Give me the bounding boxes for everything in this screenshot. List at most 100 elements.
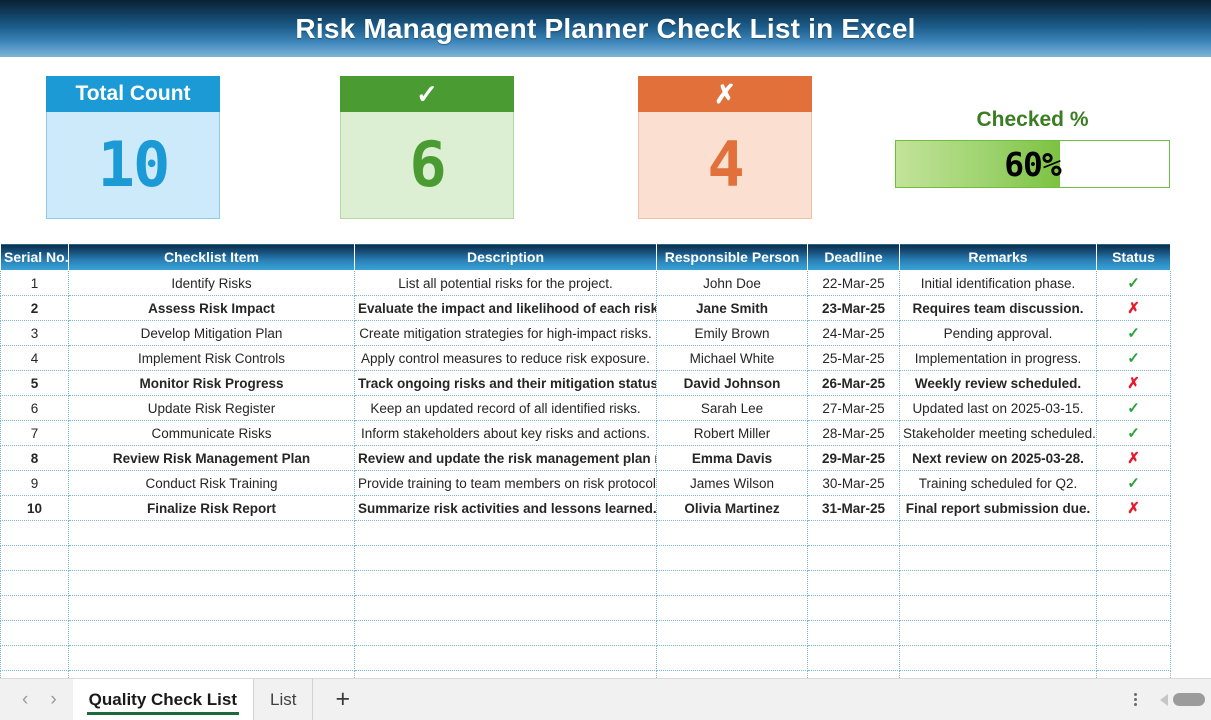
table-row-empty[interactable] xyxy=(0,645,1171,671)
cell-status[interactable]: ✓ xyxy=(1096,420,1171,446)
cell-empty[interactable] xyxy=(807,620,900,646)
cell-responsible-person[interactable]: Robert Miller xyxy=(656,420,808,446)
cell-remarks[interactable]: Weekly review scheduled. xyxy=(899,370,1097,396)
cell-empty[interactable] xyxy=(68,645,355,671)
cell-deadline[interactable]: 29-Mar-25 xyxy=(807,445,900,471)
column-header-deadline[interactable]: Deadline xyxy=(807,243,900,271)
cell-empty[interactable] xyxy=(899,595,1097,621)
cell-responsible-person[interactable]: Jane Smith xyxy=(656,295,808,321)
cell-deadline[interactable]: 27-Mar-25 xyxy=(807,395,900,421)
cell-responsible-person[interactable]: Emma Davis xyxy=(656,445,808,471)
cell-description[interactable]: Keep an updated record of all identified… xyxy=(354,395,657,421)
table-row[interactable]: 7 Communicate Risks Inform stakeholders ab… xyxy=(0,420,1171,446)
cell-description[interactable]: List all potential risks for the project… xyxy=(354,270,657,296)
cell-empty[interactable] xyxy=(656,620,808,646)
cell-empty[interactable] xyxy=(1096,520,1171,546)
cell-checklist-item[interactable]: Review Risk Management Plan xyxy=(68,445,355,471)
cell-description[interactable]: Create mitigation strategies for high-im… xyxy=(354,320,657,346)
cell-empty[interactable] xyxy=(0,645,69,671)
cell-serial-no[interactable]: 2 xyxy=(0,295,69,321)
cell-serial-no[interactable]: 1 xyxy=(0,270,69,296)
cell-checklist-item[interactable]: Finalize Risk Report xyxy=(68,495,355,521)
cell-checklist-item[interactable]: Conduct Risk Training xyxy=(68,470,355,496)
cell-empty[interactable] xyxy=(1096,570,1171,596)
cell-empty[interactable] xyxy=(899,520,1097,546)
cell-empty[interactable] xyxy=(68,595,355,621)
cell-empty[interactable] xyxy=(0,545,69,571)
table-row[interactable]: 6 Update Risk Register Keep an updated rec… xyxy=(0,395,1171,421)
cell-serial-no[interactable]: 4 xyxy=(0,345,69,371)
cell-status[interactable]: ✗ xyxy=(1096,445,1171,471)
column-header-status[interactable]: Status xyxy=(1096,243,1171,271)
cell-empty[interactable] xyxy=(899,620,1097,646)
column-header-serial-no[interactable]: Serial No. xyxy=(0,243,69,271)
table-row-empty[interactable] xyxy=(0,570,1171,596)
cell-remarks[interactable]: Pending approval. xyxy=(899,320,1097,346)
cell-deadline[interactable]: 26-Mar-25 xyxy=(807,370,900,396)
cell-remarks[interactable]: Next review on 2025-03-28. xyxy=(899,445,1097,471)
scrollbar-thumb[interactable] xyxy=(1173,693,1205,706)
cell-checklist-item[interactable]: Communicate Risks xyxy=(68,420,355,446)
cell-description[interactable]: Inform stakeholders about key risks and … xyxy=(354,420,657,446)
cell-serial-no[interactable]: 8 xyxy=(0,445,69,471)
cell-empty[interactable] xyxy=(0,570,69,596)
cell-status[interactable]: ✗ xyxy=(1096,370,1171,396)
column-header-responsible-person[interactable]: Responsible Person xyxy=(656,243,808,271)
cell-empty[interactable] xyxy=(1096,595,1171,621)
table-row-empty[interactable] xyxy=(0,620,1171,646)
cell-empty[interactable] xyxy=(354,520,657,546)
table-row-empty[interactable] xyxy=(0,520,1171,546)
cell-empty[interactable] xyxy=(354,595,657,621)
more-options-icon[interactable] xyxy=(1124,693,1147,706)
cell-description[interactable]: Track ongoing risks and their mitigation… xyxy=(354,370,657,396)
cell-remarks[interactable]: Final report submission due. xyxy=(899,495,1097,521)
scroll-left-icon[interactable] xyxy=(1160,693,1168,706)
cell-checklist-item[interactable]: Develop Mitigation Plan xyxy=(68,320,355,346)
cell-status[interactable]: ✓ xyxy=(1096,270,1171,296)
cell-empty[interactable] xyxy=(354,545,657,571)
cell-responsible-person[interactable]: Sarah Lee xyxy=(656,395,808,421)
cell-empty[interactable] xyxy=(899,570,1097,596)
cell-empty[interactable] xyxy=(807,520,900,546)
sheet-tab-list[interactable]: List xyxy=(252,678,314,720)
cell-remarks[interactable]: Updated last on 2025-03-15. xyxy=(899,395,1097,421)
cell-checklist-item[interactable]: Update Risk Register xyxy=(68,395,355,421)
cell-responsible-person[interactable]: James Wilson xyxy=(656,470,808,496)
cell-deadline[interactable]: 22-Mar-25 xyxy=(807,270,900,296)
cell-empty[interactable] xyxy=(656,520,808,546)
table-row[interactable]: 5 Monitor Risk Progress Track ongoing risk… xyxy=(0,370,1171,396)
cell-description[interactable]: Evaluate the impact and likelihood of ea… xyxy=(354,295,657,321)
cell-empty[interactable] xyxy=(68,545,355,571)
cell-description[interactable]: Review and update the risk management pl… xyxy=(354,445,657,471)
cell-description[interactable]: Apply control measures to reduce risk ex… xyxy=(354,345,657,371)
cell-serial-no[interactable]: 5 xyxy=(0,370,69,396)
cell-empty[interactable] xyxy=(656,595,808,621)
cell-responsible-person[interactable]: Emily Brown xyxy=(656,320,808,346)
add-sheet-button[interactable]: + xyxy=(313,679,372,720)
cell-checklist-item[interactable]: Identify Risks xyxy=(68,270,355,296)
cell-description[interactable]: Summarize risk activities and lessons le… xyxy=(354,495,657,521)
cell-serial-no[interactable]: 10 xyxy=(0,495,69,521)
cell-empty[interactable] xyxy=(899,645,1097,671)
cell-remarks[interactable]: Training scheduled for Q2. xyxy=(899,470,1097,496)
cell-deadline[interactable]: 23-Mar-25 xyxy=(807,295,900,321)
cell-status[interactable]: ✓ xyxy=(1096,395,1171,421)
cell-empty[interactable] xyxy=(354,645,657,671)
cell-empty[interactable] xyxy=(807,570,900,596)
cell-empty[interactable] xyxy=(68,570,355,596)
table-row[interactable]: 3 Develop Mitigation Plan Create mitigatio… xyxy=(0,320,1171,346)
cell-remarks[interactable]: Implementation in progress. xyxy=(899,345,1097,371)
cell-status[interactable]: ✓ xyxy=(1096,470,1171,496)
cell-checklist-item[interactable]: Assess Risk Impact xyxy=(68,295,355,321)
cell-deadline[interactable]: 31-Mar-25 xyxy=(807,495,900,521)
cell-responsible-person[interactable]: John Doe xyxy=(656,270,808,296)
column-header-checklist-item[interactable]: Checklist Item xyxy=(68,243,355,271)
sheet-tab-quality-check-list[interactable]: Quality Check List xyxy=(72,678,253,720)
cell-empty[interactable] xyxy=(899,545,1097,571)
cell-remarks[interactable]: Initial identification phase. xyxy=(899,270,1097,296)
cell-deadline[interactable]: 25-Mar-25 xyxy=(807,345,900,371)
cell-empty[interactable] xyxy=(1096,545,1171,571)
table-row[interactable]: 4 Implement Risk Controls Apply control me… xyxy=(0,345,1171,371)
chevron-left-icon[interactable]: ‹ xyxy=(22,690,28,709)
cell-empty[interactable] xyxy=(1096,620,1171,646)
